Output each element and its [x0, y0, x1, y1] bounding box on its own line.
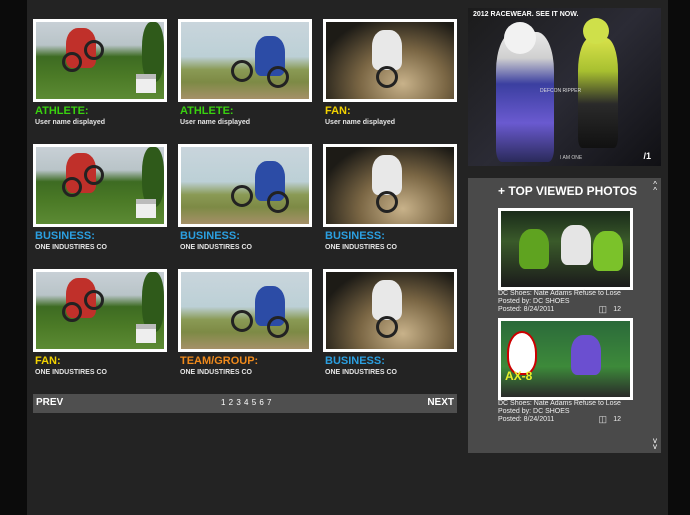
view-count: 12 — [613, 306, 621, 313]
top-viewed-photo[interactable] — [498, 208, 633, 290]
user-name-label[interactable]: ONE INDUSTIRES CO — [325, 369, 397, 376]
photo-thumbnail[interactable] — [33, 19, 167, 102]
photo-card[interactable]: FAN: ONE INDUSTIRES CO — [33, 269, 167, 384]
photo-thumbnail[interactable] — [33, 144, 167, 227]
one-logo: /1 — [643, 151, 651, 161]
ad-tag: DEFCON RIPPER — [540, 88, 582, 94]
ad-slogan: I AM ONE — [560, 155, 583, 161]
user-name-label[interactable]: User name displayed — [180, 119, 250, 126]
photo-thumbnail[interactable] — [323, 144, 457, 227]
user-category-label: ATHLETE: — [180, 105, 234, 117]
motocross-photo — [36, 147, 164, 224]
user-name-label[interactable]: ONE INDUSTIRES CO — [35, 244, 107, 251]
photo-thumbnail[interactable] — [178, 144, 312, 227]
user-name-label[interactable]: ONE INDUSTIRES CO — [180, 369, 252, 376]
motocross-photo — [36, 22, 164, 99]
top-viewed-item-title: DC Shoes: Nate Adams Refuse to Lose — [498, 290, 621, 297]
scroll-down-icon[interactable]: vv — [653, 437, 657, 451]
photo-thumbnail[interactable] — [323, 269, 457, 352]
user-category-label: BUSINESS: — [325, 355, 385, 367]
racewear-ad-banner[interactable]: 2012 RACEWEAR. SEE IT NOW. DEFCON RIPPER… — [468, 8, 661, 166]
motocross-photo — [181, 272, 309, 349]
user-category-label: FAN: — [35, 355, 61, 367]
user-category-label: BUSINESS: — [35, 230, 95, 242]
motocross-photo — [181, 147, 309, 224]
user-category-label: FAN: — [325, 105, 351, 117]
top-viewed-item-title: DC Shoes: Nate Adams Refuse to Lose — [498, 400, 621, 407]
top-viewed-item[interactable]: DC Shoes: Nate Adams Refuse to Lose Post… — [498, 208, 633, 314]
user-category-label: BUSINESS: — [325, 230, 385, 242]
photo-card[interactable]: BUSINESS: ONE INDUSTIRES CO — [323, 269, 457, 384]
user-name-label[interactable]: User name displayed — [35, 119, 105, 126]
ad-helmet-white — [504, 22, 536, 54]
photo-card[interactable]: FAN: User name displayed — [323, 19, 457, 134]
photo-thumbnail[interactable] — [323, 19, 457, 102]
motocross-photo — [181, 22, 309, 99]
user-category-label: ATHLETE: — [35, 105, 89, 117]
page-numbers[interactable]: 1 2 3 4 5 6 7 — [221, 398, 272, 407]
user-name-label[interactable]: User name displayed — [325, 119, 395, 126]
photo-card[interactable]: ATHLETE: User name displayed — [178, 19, 312, 134]
scroll-up-icon[interactable]: ^ ^ — [653, 181, 657, 195]
ad-helmet-yellow — [583, 18, 609, 44]
user-name-label[interactable]: ONE INDUSTIRES CO — [325, 244, 397, 251]
photo-thumbnail[interactable] — [33, 269, 167, 352]
pagination-bar: PREV 1 2 3 4 5 6 7 NEXT — [33, 394, 457, 413]
top-viewed-item[interactable]: AX-8 DC Shoes: Nate Adams Refuse to Lose… — [498, 318, 633, 424]
motocross-photo — [326, 22, 454, 99]
prev-button[interactable]: PREV — [36, 397, 63, 408]
photo-thumbnail[interactable] — [178, 19, 312, 102]
user-name-label[interactable]: ONE INDUSTIRES CO — [180, 244, 252, 251]
ad-headline: 2012 RACEWEAR. SEE IT NOW. — [473, 11, 579, 18]
top-viewed-photo[interactable]: AX-8 — [498, 318, 633, 400]
photo-card[interactable]: BUSINESS: ONE INDUSTIRES CO — [33, 144, 167, 259]
camera-icon: ◫ — [598, 304, 607, 314]
top-viewed-title: + TOP VIEWED PHOTOS — [498, 184, 638, 198]
view-count: 12 — [613, 416, 621, 423]
top-viewed-panel: + TOP VIEWED PHOTOS ^ ^ DC Shoes: Nate Ad… — [468, 178, 661, 453]
photo-card[interactable]: BUSINESS: ONE INDUSTIRES CO — [323, 144, 457, 259]
top-viewed-item-posted-by: Posted by: DC SHOES — [498, 408, 570, 415]
user-category-label: BUSINESS: — [180, 230, 240, 242]
ad-rider-figure — [578, 38, 618, 148]
top-viewed-item-posted-by: Posted by: DC SHOES — [498, 298, 570, 305]
photo-card[interactable]: TEAM/GROUP: ONE INDUSTIRES CO — [178, 269, 312, 384]
user-name-label[interactable]: ONE INDUSTIRES CO — [35, 369, 107, 376]
user-category-label: TEAM/GROUP: — [180, 355, 259, 367]
next-button[interactable]: NEXT — [427, 397, 454, 408]
photo-card[interactable]: ATHLETE: User name displayed — [33, 19, 167, 134]
motocross-photo — [326, 147, 454, 224]
photo-card[interactable]: BUSINESS: ONE INDUSTIRES CO — [178, 144, 312, 259]
camera-icon: ◫ — [598, 414, 607, 424]
photo-thumbnail[interactable] — [178, 269, 312, 352]
motocross-photo — [326, 272, 454, 349]
motocross-photo — [36, 272, 164, 349]
